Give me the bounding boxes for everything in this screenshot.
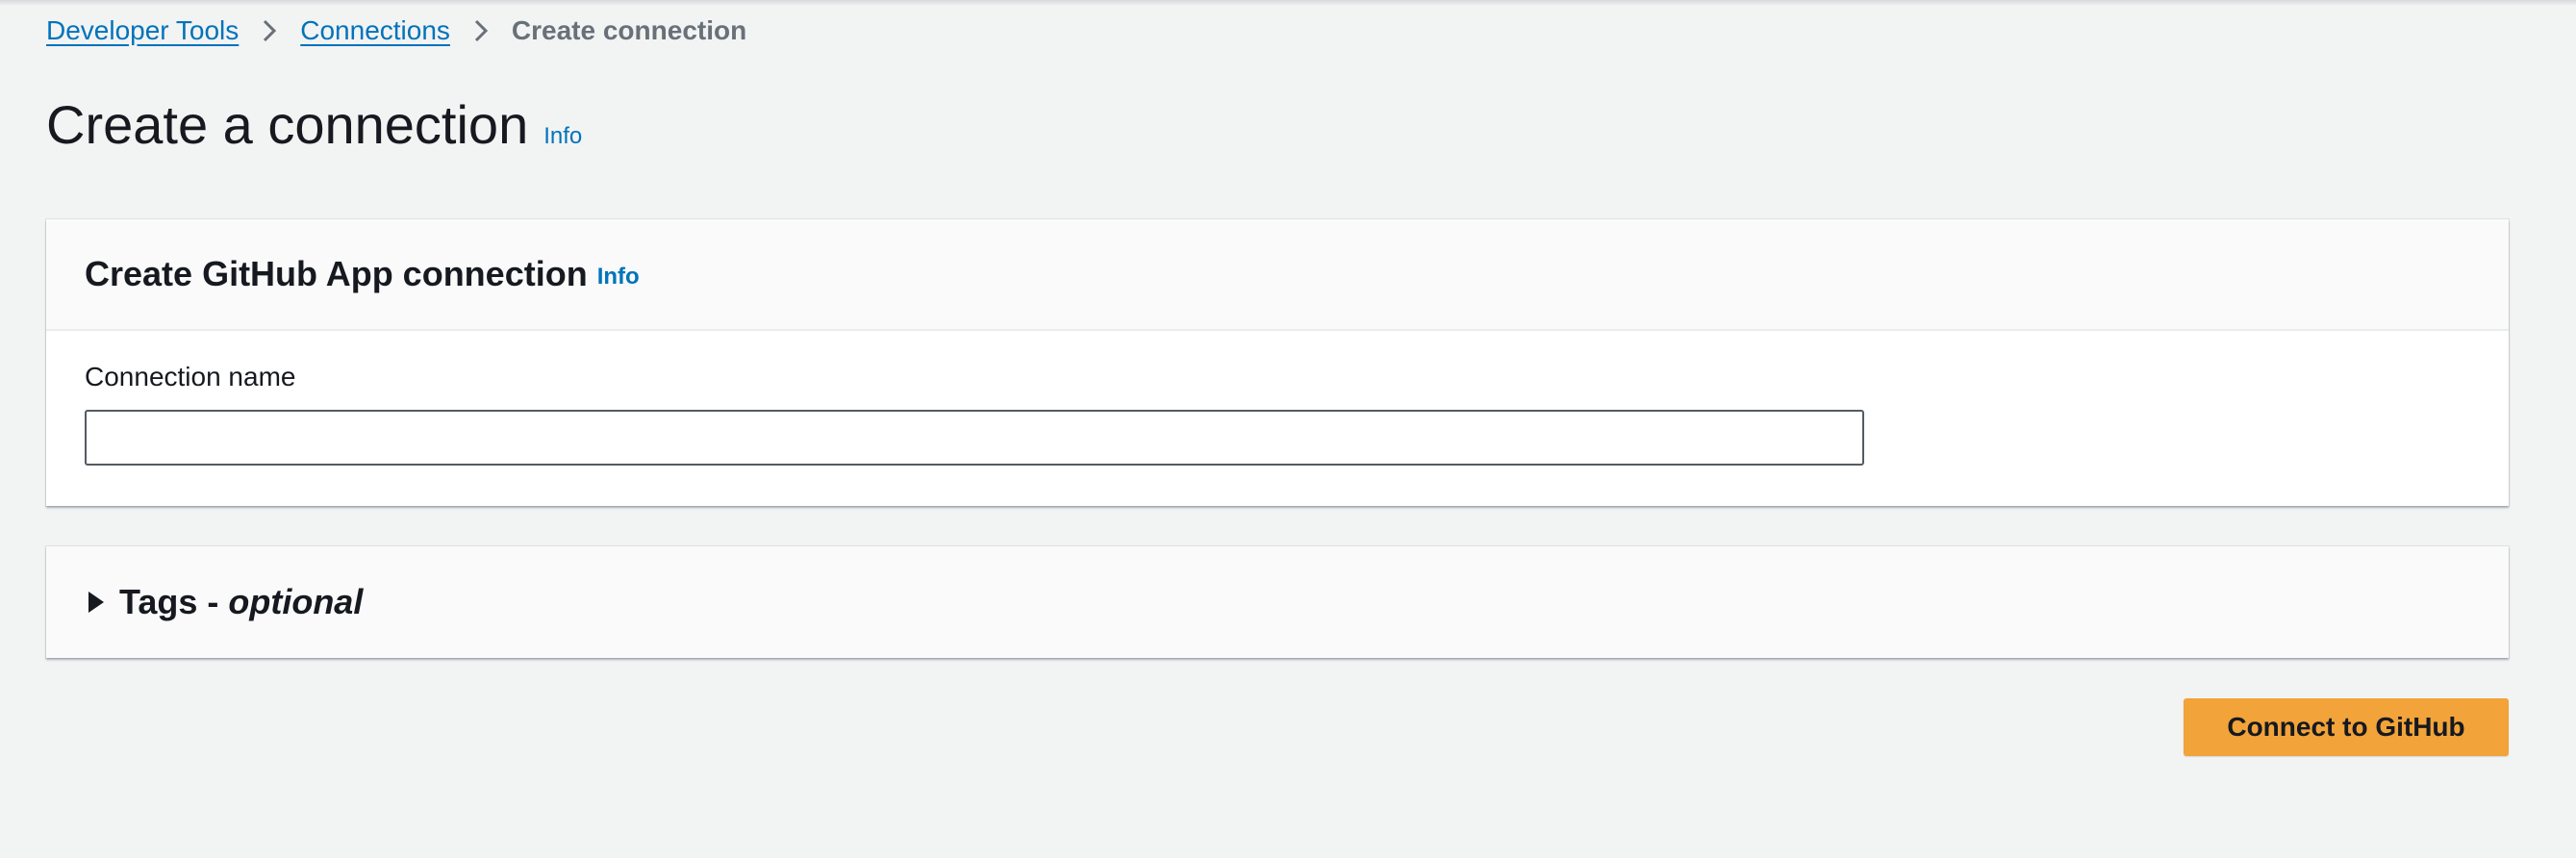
connect-to-github-button[interactable]: Connect to GitHub: [2184, 698, 2509, 756]
tags-expander[interactable]: Tags - optional: [46, 546, 2509, 658]
breadcrumb: Developer Tools Connections Create conne…: [46, 13, 746, 48]
page-info-link[interactable]: Info: [543, 123, 582, 150]
panel-info-link[interactable]: Info: [597, 264, 640, 290]
connection-name-input[interactable]: [85, 410, 1864, 466]
tags-dash: -: [197, 582, 229, 621]
page-title: Create a connection: [46, 94, 529, 155]
panel-title: Create GitHub App connection: [85, 254, 588, 293]
breadcrumb-connections[interactable]: Connections: [300, 13, 450, 48]
panel-header: Create GitHub App connection Info: [46, 219, 2509, 331]
caret-right-icon: [88, 592, 104, 613]
tags-label: Tags: [119, 582, 198, 621]
page-header: Create a connection Info: [46, 94, 582, 156]
chevron-right-icon: [450, 18, 512, 43]
top-shadow: [0, 0, 2576, 6]
tags-title: Tags - optional: [119, 582, 363, 622]
chevron-right-icon: [239, 18, 300, 43]
tags-optional-label: optional: [228, 582, 364, 621]
breadcrumb-current: Create connection: [511, 15, 747, 45]
breadcrumb-developer-tools[interactable]: Developer Tools: [46, 13, 239, 48]
connection-name-label: Connection name: [85, 362, 296, 391]
github-connection-panel: Create GitHub App connection Info Connec…: [46, 219, 2509, 506]
